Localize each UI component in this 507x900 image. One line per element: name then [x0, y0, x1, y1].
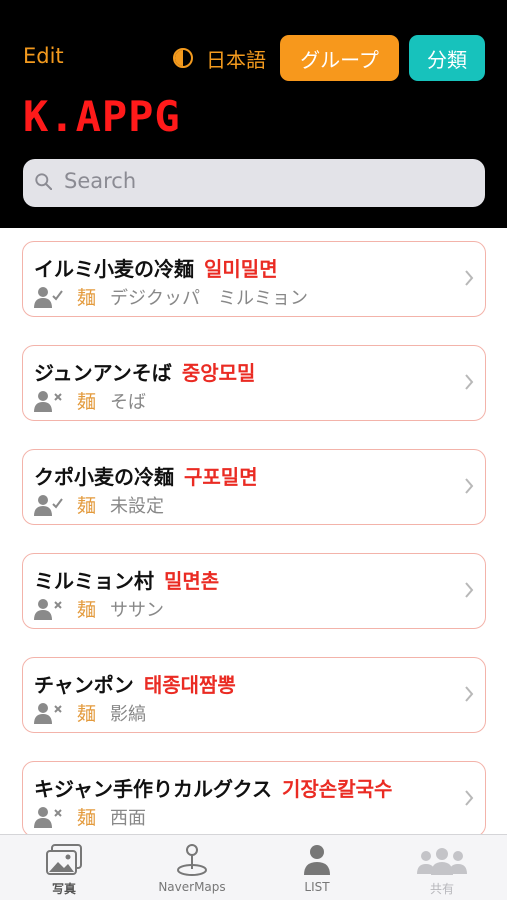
person-cross-icon	[34, 807, 62, 828]
chevron-right-icon	[465, 270, 474, 286]
contrast-icon[interactable]	[173, 48, 193, 68]
item-name-ko: 기장손칼국수	[282, 777, 393, 801]
item-title: クポ小麦の冷麺 구포밀면	[34, 461, 258, 490]
tab-navermaps[interactable]: NaverMaps	[147, 835, 237, 900]
area-label: 影縞	[110, 704, 146, 725]
person-icon	[304, 845, 330, 875]
item-name-ja: ジュンアンそば	[34, 361, 172, 385]
category-button[interactable]: 分類	[409, 35, 485, 81]
category-label: 麺	[77, 599, 97, 621]
tab-label-list: LIST	[304, 880, 330, 894]
person-check-icon	[34, 495, 63, 516]
chevron-right-icon	[465, 686, 474, 702]
item-name-ja: チャンポン	[34, 673, 134, 697]
list-item[interactable]: クポ小麦の冷麺 구포밀면 麺 未設定	[22, 449, 486, 525]
item-name-ko: 태종대짬뽕	[143, 673, 236, 697]
header: Edit 日本語 グループ 分類 K.APPG Search	[0, 0, 507, 228]
area-label: 未設定	[110, 496, 164, 517]
search-input[interactable]: Search	[64, 169, 136, 193]
category-label: 麺	[77, 495, 97, 517]
tab-label-photos: 写真	[51, 882, 76, 896]
chevron-right-icon	[465, 790, 474, 806]
item-name-ko: 구포밀면	[184, 465, 258, 489]
group-button[interactable]: グループ	[280, 35, 399, 81]
item-title: チャンポン 태종대짬뽕	[34, 669, 236, 698]
edit-button[interactable]: Edit	[23, 44, 64, 68]
person-check-icon	[34, 287, 63, 308]
area-label: デジクッパ ミルミョン	[110, 288, 308, 309]
person-cross-icon	[34, 391, 62, 412]
category-label: 麺	[77, 391, 97, 413]
item-name-ja: キジャン手作りカルグクス	[34, 777, 272, 801]
item-name-ko: 일미밀면	[204, 257, 278, 281]
category-label: 麺	[77, 703, 97, 725]
chevron-right-icon	[465, 582, 474, 598]
photo-icon	[46, 844, 82, 875]
item-name-ko: 중앙모밀	[181, 361, 256, 385]
tab-bar: 写真 NaverMaps LIST 共有	[0, 834, 507, 900]
item-title: ジュンアンそば 중앙모밀	[34, 357, 255, 386]
tab-label-share: 共有	[429, 882, 454, 896]
item-name-ja: ミルミョン村	[34, 569, 154, 593]
item-name-ja: クポ小麦の冷麺	[34, 465, 174, 489]
tab-label-navermaps: NaverMaps	[158, 880, 226, 894]
person-cross-icon	[34, 599, 62, 620]
search-icon	[35, 173, 52, 190]
category-label: 麺	[77, 287, 97, 309]
chevron-right-icon	[465, 478, 474, 494]
list-item[interactable]: チャンポン 태종대짬뽕 麺 影縞	[22, 657, 486, 733]
map-pin-icon	[177, 844, 207, 876]
area-label: そば	[110, 392, 146, 413]
item-title: キジャン手作りカルグクス 기장손칼국수	[34, 773, 392, 802]
list-item[interactable]: ジュンアンそば 중앙모밀 麺 そば	[22, 345, 486, 421]
item-name-ko: 밀면촌	[164, 569, 220, 593]
list-item[interactable]: ミルミョン村 밀면촌 麺 ササン	[22, 553, 486, 629]
tab-list[interactable]: LIST	[287, 835, 347, 900]
list-item[interactable]: キジャン手作りカルグクス 기장손칼국수 麺 西面	[22, 761, 486, 834]
app-title: K.APPG	[23, 92, 181, 141]
restaurant-list: イルミ小麦の冷麺 일미밀면 麺 デジクッパ ミルミョン ジュンアンそば 중앙모밀 麺…	[0, 228, 507, 834]
tab-share[interactable]: 共有	[407, 835, 477, 900]
language-toggle[interactable]: 日本語	[206, 44, 266, 73]
search-bar[interactable]: Search	[23, 159, 485, 207]
group-icon	[417, 848, 467, 875]
person-cross-icon	[34, 703, 62, 724]
item-name-ja: イルミ小麦の冷麺	[34, 257, 194, 281]
area-label: 西面	[110, 808, 146, 829]
list-item[interactable]: イルミ小麦の冷麺 일미밀면 麺 デジクッパ ミルミョン	[22, 241, 486, 317]
chevron-right-icon	[465, 374, 474, 390]
item-title: ミルミョン村 밀면촌	[34, 565, 219, 594]
category-label: 麺	[77, 807, 97, 829]
item-title: イルミ小麦の冷麺 일미밀면	[34, 253, 278, 282]
tab-photos[interactable]: 写真	[34, 835, 94, 900]
area-label: ササン	[110, 600, 164, 621]
